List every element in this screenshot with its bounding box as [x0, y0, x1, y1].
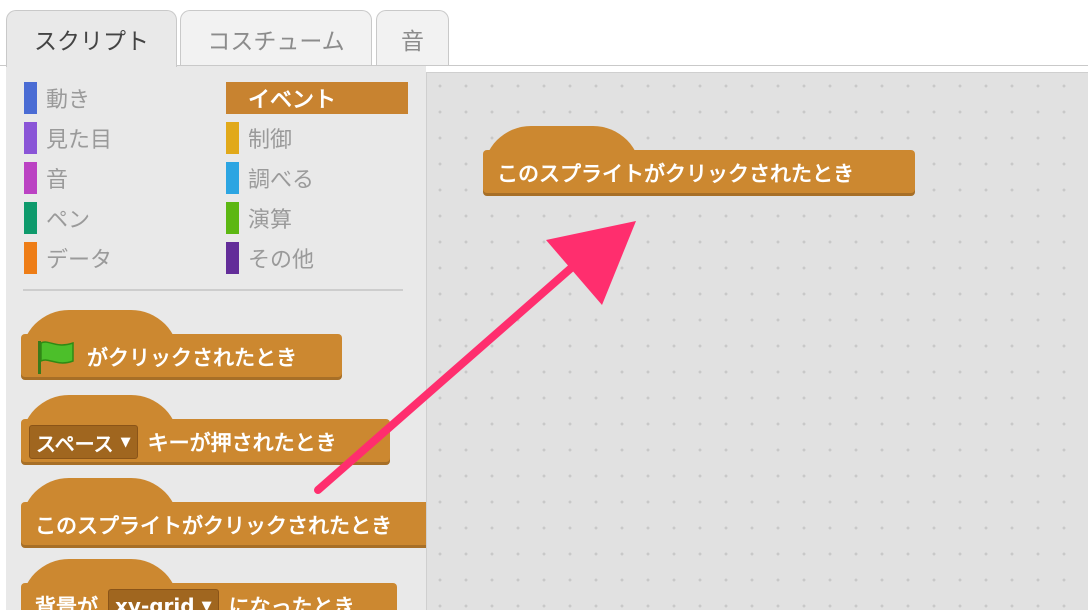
key-dropdown-value: スペース — [36, 431, 114, 456]
category-motion-label: 動き — [46, 88, 91, 113]
category-control-label: 制御 — [248, 128, 293, 153]
category-sound[interactable]: 音 — [24, 162, 68, 194]
block-when-sprite-clicked[interactable]: このスプライトがクリックされたとき — [21, 478, 426, 548]
category-operators-swatch — [226, 202, 239, 234]
block-when-sprite-clicked-label: このスプライトがクリックされたとき — [35, 514, 392, 538]
tab-sounds[interactable]: 音 — [376, 10, 449, 66]
category-data-swatch — [24, 242, 37, 274]
category-events[interactable]: イベント — [226, 82, 408, 114]
category-pen[interactable]: ペン — [24, 202, 90, 234]
tab-scripts[interactable]: スクリプト — [6, 10, 177, 67]
tab-sounds-label: 音 — [401, 28, 424, 55]
green-flag-icon — [38, 341, 74, 374]
block-palette: 動き 見た目 音 ペン データ イベント 制御 調べる 演算 その他 がクリック… — [6, 66, 426, 610]
category-sound-label: 音 — [46, 168, 69, 193]
block-backdrop-prefix: 背景が — [35, 595, 98, 610]
key-dropdown[interactable]: スペース ▼ — [29, 425, 138, 459]
category-more-label: その他 — [248, 248, 315, 273]
category-data[interactable]: データ — [24, 242, 112, 274]
category-pen-label: ペン — [46, 208, 91, 233]
category-more[interactable]: その他 — [226, 242, 314, 274]
category-looks-swatch — [24, 122, 37, 154]
category-more-swatch — [226, 242, 239, 274]
category-pen-swatch — [24, 202, 37, 234]
category-control[interactable]: 制御 — [226, 122, 292, 154]
block-when-backdrop-switches[interactable]: 背景が xy-grid ▼ になったとき — [21, 559, 397, 610]
block-when-flag-clicked-label: がクリックされたとき — [87, 346, 297, 370]
category-data-label: データ — [46, 248, 113, 273]
category-operators[interactable]: 演算 — [226, 202, 292, 234]
category-looks-label: 見た目 — [46, 128, 113, 153]
script-block-label: このスプライトがクリックされたとき — [497, 162, 854, 186]
dropdown-arrow-icon: ▼ — [201, 598, 212, 610]
tab-costumes[interactable]: コスチューム — [180, 10, 372, 66]
category-control-swatch — [226, 122, 239, 154]
backdrop-dropdown-value: xy-grid — [115, 594, 195, 610]
backdrop-dropdown[interactable]: xy-grid ▼ — [108, 589, 219, 610]
category-events-label: イベント — [248, 88, 337, 113]
block-backdrop-label: になったとき — [228, 595, 355, 610]
tab-bar: スクリプト コスチューム 音 — [0, 0, 1088, 67]
category-sensing-label: 調べる — [248, 168, 315, 193]
category-sensing-swatch — [226, 162, 239, 194]
tab-scripts-label: スクリプト — [34, 29, 149, 55]
block-when-key-pressed-label: キーが押されたとき — [147, 431, 337, 455]
block-when-key-pressed[interactable]: スペース ▼ キーが押されたとき — [21, 395, 390, 465]
category-looks[interactable]: 見た目 — [24, 122, 112, 154]
category-motion-swatch — [24, 82, 37, 114]
tab-costumes-label: コスチューム — [207, 28, 345, 55]
category-motion[interactable]: 動き — [24, 82, 90, 114]
category-sensing[interactable]: 調べる — [226, 162, 314, 194]
palette-divider — [23, 289, 403, 291]
script-area[interactable]: このスプライトがクリックされたとき — [426, 72, 1088, 610]
category-sound-swatch — [24, 162, 37, 194]
dropdown-arrow-icon: ▼ — [120, 434, 131, 450]
block-when-flag-clicked[interactable]: がクリックされたとき — [21, 310, 342, 380]
category-operators-label: 演算 — [248, 208, 293, 233]
script-block-when-sprite-clicked[interactable]: このスプライトがクリックされたとき — [483, 126, 915, 196]
